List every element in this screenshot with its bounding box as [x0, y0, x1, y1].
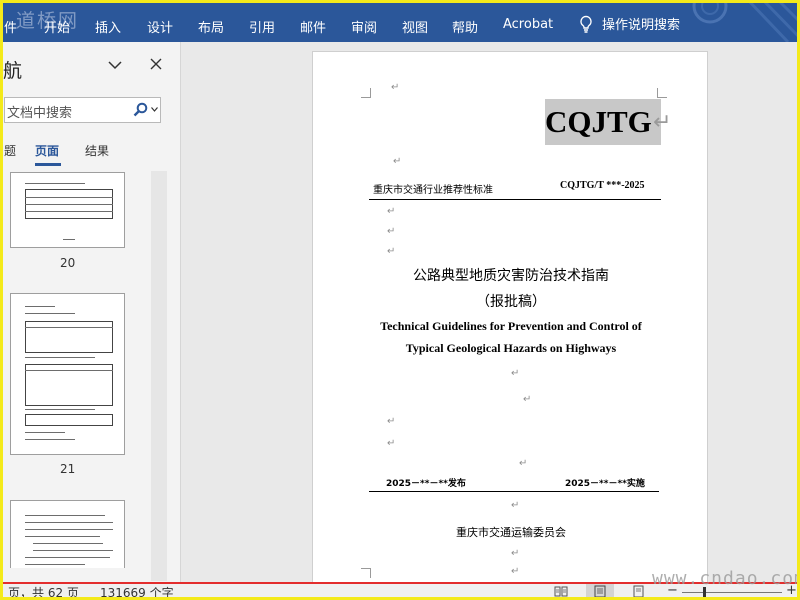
paragraph-mark: ↵ — [511, 500, 520, 511]
lightbulb-icon — [580, 15, 592, 33]
tab-file[interactable]: 件 — [4, 17, 17, 36]
tab-review[interactable]: 审阅 — [351, 17, 377, 36]
document-title-cn: 公路典型地质灾害防治技术指南 — [413, 268, 609, 284]
paragraph-mark: ↵ — [387, 246, 396, 257]
footer-rule — [369, 491, 659, 492]
doc-badge: CQJTG — [545, 104, 652, 139]
standard-type: 重庆市交通行业推荐性标准 — [373, 185, 493, 196]
thumbnail-scrollbar[interactable] — [151, 171, 167, 581]
paragraph-mark: ↵ — [519, 458, 528, 469]
document-title-en-line1: Technical Guidelines for Prevention and … — [380, 319, 642, 333]
paragraph-mark: ↵ — [387, 416, 396, 427]
tab-mailings[interactable]: 邮件 — [300, 17, 326, 36]
issuing-organization: 重庆市交通运输委员会 — [456, 526, 566, 539]
search-icon[interactable] — [133, 102, 148, 117]
paragraph-mark: ↵ — [387, 438, 396, 449]
nav-search-input[interactable]: 文档中搜索 — [4, 97, 161, 123]
tab-insert[interactable]: 插入 — [95, 17, 121, 36]
tab-references[interactable]: 引用 — [249, 17, 275, 36]
page-thumbnail-22[interactable] — [10, 500, 125, 568]
ribbon-decoration-icon — [692, 0, 800, 42]
paragraph-mark: ↵ — [653, 110, 672, 135]
crop-mark — [657, 88, 667, 98]
chevron-down-icon[interactable] — [107, 58, 123, 72]
crop-mark — [361, 88, 371, 98]
tab-design[interactable]: 设计 — [147, 17, 173, 36]
nav-tab-results[interactable]: 结果 — [85, 142, 109, 159]
tab-layout[interactable]: 布局 — [198, 17, 224, 36]
thumbnail-page-number-20: 20 — [60, 256, 76, 270]
paragraph-mark: ↵ — [523, 394, 532, 405]
paragraph-mark: ↵ — [511, 368, 520, 379]
publish-date: 2025－**－**发布 — [386, 479, 466, 489]
nav-tab-active-indicator — [35, 163, 61, 166]
site-watermark: www.cndao.com — [652, 568, 800, 589]
nav-pane-title: 航 — [3, 60, 23, 82]
paragraph-mark: ↵ — [387, 206, 396, 217]
nav-tab-headings[interactable]: 题 — [4, 142, 16, 159]
document-subtitle-cn: （报批稿） — [476, 294, 546, 310]
tab-view[interactable]: 视图 — [402, 17, 428, 36]
page-thumbnails: 20 21 — [0, 172, 150, 568]
tab-acrobat[interactable]: Acrobat — [503, 17, 553, 32]
page-thumbnail-20[interactable] — [10, 172, 125, 248]
thumbnail-page-number-21: 21 — [60, 462, 76, 476]
nav-tab-pages[interactable]: 页面 — [35, 142, 59, 159]
document-area: ↵ CQJTG ↵ ↵ 重庆市交通行业推荐性标准 CQJTG/T ***-202… — [182, 42, 800, 582]
paragraph-mark: ↵ — [511, 566, 520, 577]
paragraph-mark: ↵ — [393, 156, 402, 167]
paragraph-mark: ↵ — [391, 82, 400, 93]
header-rule — [369, 199, 661, 200]
paragraph-mark: ↵ — [511, 548, 520, 559]
paragraph-mark: ↵ — [387, 226, 396, 237]
document-title-en-line2: Typical Geological Hazards on Highways — [405, 341, 617, 355]
ribbon-tabs: 道桥网 件 开始 插入 设计 布局 引用 邮件 审阅 视图 帮助 Acrobat… — [0, 0, 800, 42]
close-icon[interactable] — [149, 57, 163, 71]
tell-me-search[interactable]: 操作说明搜索 — [578, 14, 680, 33]
crop-mark — [361, 568, 371, 578]
tab-help[interactable]: 帮助 — [452, 17, 478, 36]
implement-date: 2025－**－**实施 — [565, 479, 645, 489]
tab-home[interactable]: 开始 — [44, 17, 70, 36]
standard-code: CQJTG/T ***-2025 — [560, 180, 645, 191]
search-options-dropdown-icon[interactable] — [151, 107, 158, 112]
navigation-pane: 航 文档中搜索 题 页面 结果 20 21 — [0, 42, 181, 582]
tell-me-label: 操作说明搜索 — [602, 18, 681, 33]
document-page[interactable]: ↵ CQJTG ↵ ↵ 重庆市交通行业推荐性标准 CQJTG/T ***-202… — [312, 51, 708, 582]
nav-search-placeholder: 文档中搜索 — [7, 106, 73, 121]
page-thumbnail-21[interactable] — [10, 293, 125, 455]
